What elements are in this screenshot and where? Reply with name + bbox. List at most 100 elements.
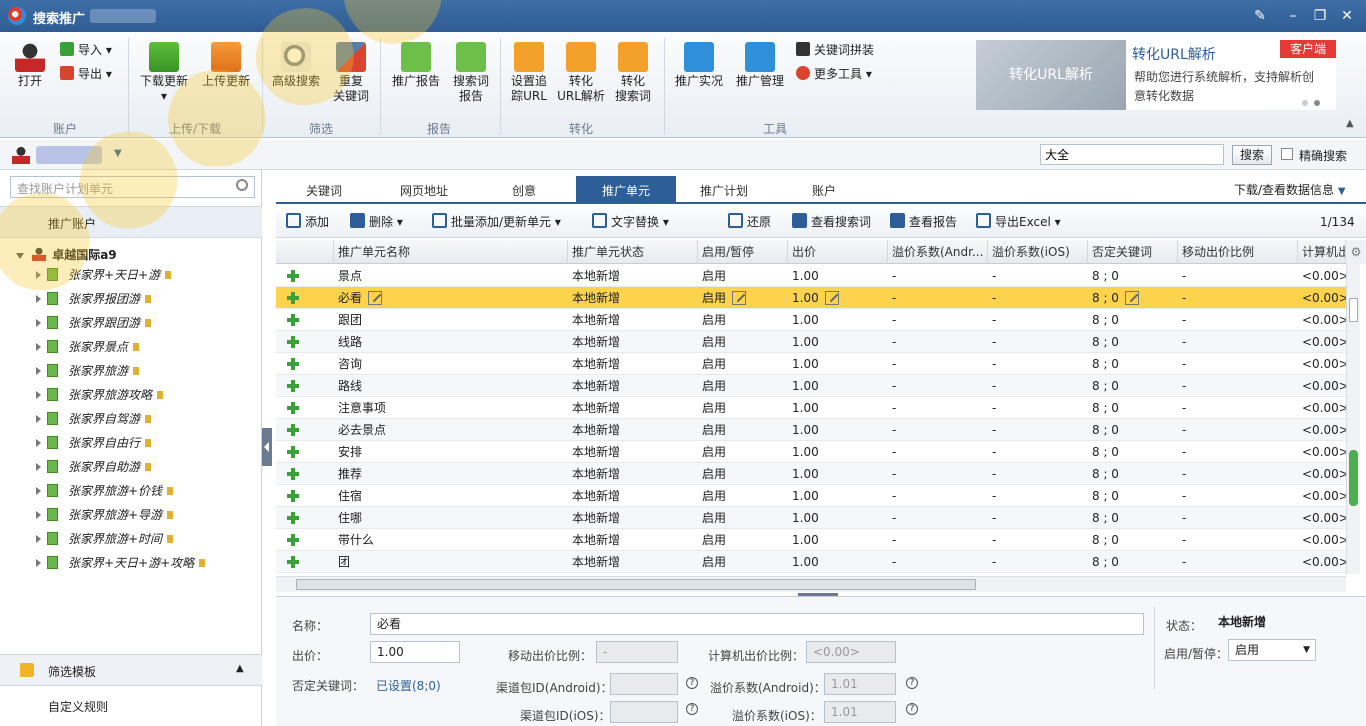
cell-neg[interactable]: 8 ; 0 <box>1088 331 1178 353</box>
cell-ios[interactable]: - <box>988 507 1088 529</box>
table-row[interactable]: 注意事项 本地新增 启用 1.00 - - 8 ; 0 - <0.00> <box>276 397 1346 419</box>
cell-enable[interactable]: 启用 <box>698 353 788 375</box>
cell-name[interactable]: 必去景点 <box>334 419 568 441</box>
expand-plus-icon[interactable] <box>286 313 300 327</box>
download-update-button[interactable]: 下载更新 ▾ <box>136 42 192 104</box>
promo-report-button[interactable]: 推广报告 <box>388 42 444 89</box>
expand-plus-icon[interactable] <box>286 269 300 283</box>
cell-bid[interactable]: 1.00 <box>788 309 888 331</box>
cell-ios[interactable]: - <box>988 331 1088 353</box>
cell-mob[interactable]: - <box>1178 375 1298 397</box>
add-button[interactable]: 添加 <box>286 213 329 231</box>
cell-name[interactable]: 景点 <box>334 265 568 287</box>
cell-pc[interactable]: <0.00> <box>1298 507 1346 529</box>
advanced-search-button[interactable]: 高级搜索 <box>268 42 324 89</box>
tree-plan-item[interactable]: 张家界报团游 <box>36 288 152 310</box>
cell-mob[interactable]: - <box>1178 287 1298 309</box>
download-view-data-link[interactable]: 下载/查看数据信息 ▼ <box>1234 181 1346 198</box>
import-button[interactable]: 导入 ▾ <box>60 42 112 58</box>
cell-status[interactable]: 本地新增 <box>568 507 698 529</box>
expand-plus-icon[interactable] <box>286 357 300 371</box>
cell-pc[interactable]: <0.00> <box>1298 397 1346 419</box>
vertical-scrollbar[interactable] <box>1346 264 1360 574</box>
horizontal-scroll-thumb[interactable] <box>296 579 976 590</box>
cell-andr[interactable]: - <box>888 353 988 375</box>
cell-status[interactable]: 本地新增 <box>568 375 698 397</box>
cell-status[interactable]: 本地新增 <box>568 353 698 375</box>
mobile-ratio-input[interactable]: - <box>596 641 678 663</box>
cell-enable[interactable]: 启用 <box>698 375 788 397</box>
cell-neg[interactable]: 8 ; 0 <box>1088 265 1178 287</box>
cell-neg[interactable]: 8 ; 0 <box>1088 353 1178 375</box>
cell-mob[interactable]: - <box>1178 551 1298 573</box>
expand-plus-icon[interactable] <box>286 291 300 305</box>
cell-pc[interactable]: <0.00> <box>1298 441 1346 463</box>
tree-account-node[interactable]: 卓越国际a9 <box>16 246 117 263</box>
cell-ios[interactable]: - <box>988 397 1088 419</box>
top-search-input[interactable] <box>1040 144 1224 165</box>
cell-name[interactable]: 注意事项 <box>334 397 568 419</box>
expand-plus-icon[interactable] <box>286 511 300 525</box>
cell-name[interactable]: 住哪 <box>334 507 568 529</box>
cell-neg[interactable]: 8 ; 0 <box>1088 309 1178 331</box>
expand-plus-icon[interactable] <box>286 401 300 415</box>
tree-plan-item[interactable]: 张家界景点 <box>36 336 140 358</box>
cell-name[interactable]: 必看 <box>334 287 568 309</box>
vertical-scroll-indicator[interactable] <box>1349 450 1358 506</box>
cell-bid[interactable]: 1.00 <box>788 265 888 287</box>
tab-campaigns[interactable]: 推广计划 <box>676 176 772 204</box>
account-selector-blurred[interactable] <box>36 146 102 164</box>
cell-mob[interactable]: - <box>1178 331 1298 353</box>
cell-enable[interactable]: 启用 <box>698 309 788 331</box>
cell-status[interactable]: 本地新增 <box>568 485 698 507</box>
table-row[interactable]: 跟团 本地新增 启用 1.00 - - 8 ; 0 - <0.00> <box>276 309 1346 331</box>
cell-andr[interactable]: - <box>888 331 988 353</box>
cell-neg[interactable]: 8 ; 0 <box>1088 287 1178 309</box>
cell-bid[interactable]: 1.00 <box>788 441 888 463</box>
edit-pencil-icon[interactable] <box>368 291 383 305</box>
cell-ios[interactable]: - <box>988 419 1088 441</box>
expand-arrow-icon[interactable] <box>36 559 41 567</box>
cell-status[interactable]: 本地新增 <box>568 529 698 551</box>
cell-enable[interactable]: 启用 <box>698 441 788 463</box>
expand-arrow-icon[interactable] <box>36 511 41 519</box>
expand-plus-icon[interactable] <box>286 379 300 393</box>
filter-template-bar[interactable]: 筛选模板 ▲ <box>0 654 262 686</box>
left-panel-collapse-handle[interactable] <box>262 428 272 466</box>
tree-plan-item[interactable]: 张家界+天日+游 <box>36 264 172 286</box>
cell-name[interactable]: 安排 <box>334 441 568 463</box>
expand-arrow-icon[interactable] <box>36 271 41 279</box>
col-premium-ios[interactable]: 溢价系数(iOS) <box>988 240 1088 264</box>
tree-plan-item[interactable]: 张家界旅游 <box>36 360 140 382</box>
promo-manage-button[interactable]: 推广管理 <box>732 42 788 89</box>
cell-pc[interactable]: <0.00> <box>1298 309 1346 331</box>
cell-andr[interactable]: - <box>888 309 988 331</box>
cell-neg[interactable]: 8 ; 0 <box>1088 397 1178 419</box>
cell-neg[interactable]: 8 ; 0 <box>1088 441 1178 463</box>
ios-premium-input[interactable]: 1.01 <box>824 701 896 723</box>
table-row[interactable]: 景点 本地新增 启用 1.00 - - 8 ; 0 - <0.00> <box>276 265 1346 287</box>
cell-bid[interactable]: 1.00 <box>788 331 888 353</box>
more-tools-button[interactable]: 更多工具 ▾ <box>796 66 872 82</box>
cell-bid[interactable]: 1.00 <box>788 507 888 529</box>
edit-icon[interactable]: ✎ <box>1250 6 1270 26</box>
enable-select[interactable]: 启用 ▼ <box>1228 639 1316 661</box>
keyword-splice-button[interactable]: 关键词拼装 <box>796 42 874 58</box>
delete-button[interactable]: 删除 ▾ <box>350 213 403 231</box>
cell-andr[interactable]: - <box>888 419 988 441</box>
cell-pc[interactable]: <0.00> <box>1298 265 1346 287</box>
cell-andr[interactable]: - <box>888 375 988 397</box>
table-row[interactable]: 必去景点 本地新增 启用 1.00 - - 8 ; 0 - <0.00> <box>276 419 1346 441</box>
android-premium-input[interactable]: 1.01 <box>824 673 896 695</box>
cell-name[interactable]: 推荐 <box>334 463 568 485</box>
table-row[interactable]: 咨询 本地新增 启用 1.00 - - 8 ; 0 - <0.00> <box>276 353 1346 375</box>
cell-mob[interactable]: - <box>1178 507 1298 529</box>
cell-status[interactable]: 本地新增 <box>568 397 698 419</box>
cell-status[interactable]: 本地新增 <box>568 331 698 353</box>
column-settings-gear-icon[interactable]: ⚙ <box>1346 240 1366 264</box>
cell-andr[interactable]: - <box>888 287 988 309</box>
tab-keywords[interactable]: 关键词 <box>276 176 372 204</box>
export-button[interactable]: 导出 ▾ <box>60 66 112 82</box>
cell-pc[interactable]: <0.00> <box>1298 551 1346 573</box>
view-search-terms-button[interactable]: 查看搜索词 <box>792 213 871 231</box>
